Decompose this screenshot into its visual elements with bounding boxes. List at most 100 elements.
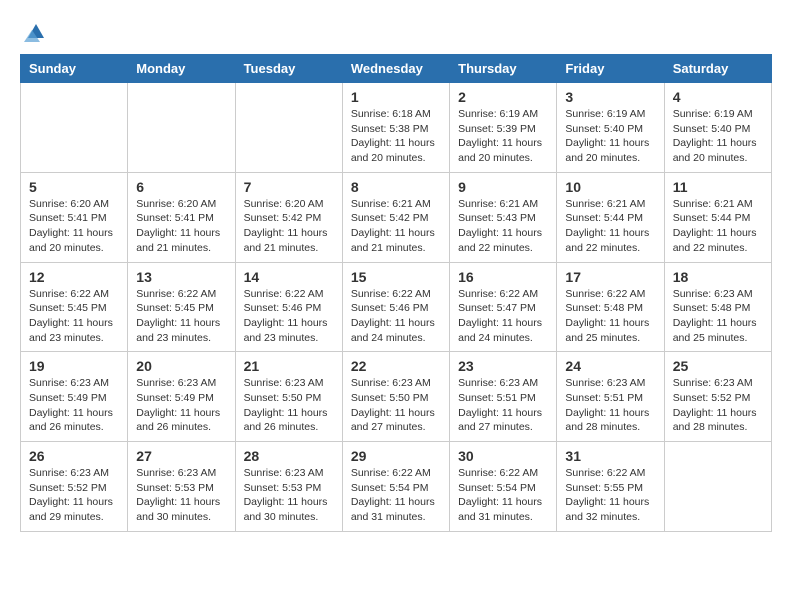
- calendar-cell: 2 Sunrise: 6:19 AM Sunset: 5:39 PM Daylig…: [450, 83, 557, 173]
- calendar-cell: 26 Sunrise: 6:23 AM Sunset: 5:52 PM Dayli…: [21, 442, 128, 532]
- day-number: 14: [244, 269, 334, 285]
- header-friday: Friday: [557, 55, 664, 83]
- day-number: 22: [351, 358, 441, 374]
- day-number: 19: [29, 358, 119, 374]
- day-number: 30: [458, 448, 548, 464]
- calendar-cell: 1 Sunrise: 6:18 AM Sunset: 5:38 PM Daylig…: [342, 83, 449, 173]
- calendar-cell: 31 Sunrise: 6:22 AM Sunset: 5:55 PM Dayli…: [557, 442, 664, 532]
- calendar-cell: 12 Sunrise: 6:22 AM Sunset: 5:45 PM Dayli…: [21, 262, 128, 352]
- calendar-cell: 6 Sunrise: 6:20 AM Sunset: 5:41 PM Daylig…: [128, 172, 235, 262]
- calendar-cell: 4Sunrise: 6:19 AM Sunset: 5:40 PM Daylig…: [664, 83, 771, 173]
- day-info: Sunrise: 6:22 AM Sunset: 5:55 PM Dayligh…: [565, 466, 655, 525]
- day-info: Sunrise: 6:23 AM Sunset: 5:52 PM Dayligh…: [29, 466, 119, 525]
- day-number: 31: [565, 448, 655, 464]
- day-number: 26: [29, 448, 119, 464]
- calendar-cell: [235, 83, 342, 173]
- day-info: Sunrise: 6:23 AM Sunset: 5:53 PM Dayligh…: [136, 466, 226, 525]
- header-thursday: Thursday: [450, 55, 557, 83]
- calendar-cell: 14 Sunrise: 6:22 AM Sunset: 5:46 PM Dayli…: [235, 262, 342, 352]
- calendar-cell: 8 Sunrise: 6:21 AM Sunset: 5:42 PM Daylig…: [342, 172, 449, 262]
- calendar-cell: 5 Sunrise: 6:20 AM Sunset: 5:41 PM Daylig…: [21, 172, 128, 262]
- calendar-week-row: 5 Sunrise: 6:20 AM Sunset: 5:41 PM Daylig…: [21, 172, 772, 262]
- day-info: Sunrise: 6:20 AM Sunset: 5:42 PM Dayligh…: [244, 197, 334, 256]
- day-info: Sunrise: 6:23 AM Sunset: 5:49 PM Dayligh…: [29, 376, 119, 435]
- day-info: Sunrise: 6:21 AM Sunset: 5:44 PM Dayligh…: [673, 197, 763, 256]
- day-info: Sunrise: 6:23 AM Sunset: 5:51 PM Dayligh…: [458, 376, 548, 435]
- day-info: Sunrise: 6:22 AM Sunset: 5:46 PM Dayligh…: [351, 287, 441, 346]
- day-info: Sunrise: 6:19 AM Sunset: 5:39 PM Dayligh…: [458, 107, 548, 166]
- day-number: 2: [458, 89, 548, 105]
- day-number: 20: [136, 358, 226, 374]
- day-info: Sunrise: 6:20 AM Sunset: 5:41 PM Dayligh…: [29, 197, 119, 256]
- day-info: Sunrise: 6:23 AM Sunset: 5:49 PM Dayligh…: [136, 376, 226, 435]
- day-number: 7: [244, 179, 334, 195]
- day-info: Sunrise: 6:22 AM Sunset: 5:48 PM Dayligh…: [565, 287, 655, 346]
- calendar-week-row: 26 Sunrise: 6:23 AM Sunset: 5:52 PM Dayli…: [21, 442, 772, 532]
- day-number: 15: [351, 269, 441, 285]
- day-info: Sunrise: 6:22 AM Sunset: 5:54 PM Dayligh…: [351, 466, 441, 525]
- calendar-header-row: SundayMondayTuesdayWednesdayThursdayFrid…: [21, 55, 772, 83]
- day-info: Sunrise: 6:21 AM Sunset: 5:42 PM Dayligh…: [351, 197, 441, 256]
- day-info: Sunrise: 6:19 AM Sunset: 5:40 PM Dayligh…: [565, 107, 655, 166]
- day-info: Sunrise: 6:18 AM Sunset: 5:38 PM Dayligh…: [351, 107, 441, 166]
- calendar-cell: 3 Sunrise: 6:19 AM Sunset: 5:40 PM Daylig…: [557, 83, 664, 173]
- day-number: 11: [673, 179, 763, 195]
- day-number: 6: [136, 179, 226, 195]
- day-number: 9: [458, 179, 548, 195]
- day-number: 28: [244, 448, 334, 464]
- day-number: 29: [351, 448, 441, 464]
- day-number: 12: [29, 269, 119, 285]
- calendar-cell: [664, 442, 771, 532]
- calendar-cell: 11 Sunrise: 6:21 AM Sunset: 5:44 PM Dayli…: [664, 172, 771, 262]
- header-wednesday: Wednesday: [342, 55, 449, 83]
- header-saturday: Saturday: [664, 55, 771, 83]
- calendar-week-row: 1 Sunrise: 6:18 AM Sunset: 5:38 PM Daylig…: [21, 83, 772, 173]
- calendar-cell: [21, 83, 128, 173]
- calendar-week-row: 12 Sunrise: 6:22 AM Sunset: 5:45 PM Dayli…: [21, 262, 772, 352]
- day-number: 18: [673, 269, 763, 285]
- calendar-cell: 24 Sunrise: 6:23 AM Sunset: 5:51 PM Dayli…: [557, 352, 664, 442]
- day-info: Sunrise: 6:22 AM Sunset: 5:47 PM Dayligh…: [458, 287, 548, 346]
- day-number: 13: [136, 269, 226, 285]
- day-info: Sunrise: 6:23 AM Sunset: 5:50 PM Dayligh…: [244, 376, 334, 435]
- day-info: Sunrise: 6:19 AM Sunset: 5:40 PM Dayligh…: [673, 107, 763, 166]
- calendar-cell: 17Sunrise: 6:22 AM Sunset: 5:48 PM Dayli…: [557, 262, 664, 352]
- day-info: Sunrise: 6:23 AM Sunset: 5:50 PM Dayligh…: [351, 376, 441, 435]
- page-header: [20, 20, 772, 44]
- day-info: Sunrise: 6:22 AM Sunset: 5:54 PM Dayligh…: [458, 466, 548, 525]
- day-number: 23: [458, 358, 548, 374]
- day-info: Sunrise: 6:23 AM Sunset: 5:51 PM Dayligh…: [565, 376, 655, 435]
- day-info: Sunrise: 6:23 AM Sunset: 5:53 PM Dayligh…: [244, 466, 334, 525]
- day-number: 27: [136, 448, 226, 464]
- header-tuesday: Tuesday: [235, 55, 342, 83]
- calendar-cell: 9 Sunrise: 6:21 AM Sunset: 5:43 PM Daylig…: [450, 172, 557, 262]
- day-info: Sunrise: 6:23 AM Sunset: 5:48 PM Dayligh…: [673, 287, 763, 346]
- day-info: Sunrise: 6:22 AM Sunset: 5:45 PM Dayligh…: [29, 287, 119, 346]
- day-number: 5: [29, 179, 119, 195]
- day-info: Sunrise: 6:22 AM Sunset: 5:46 PM Dayligh…: [244, 287, 334, 346]
- calendar-cell: 15 Sunrise: 6:22 AM Sunset: 5:46 PM Dayli…: [342, 262, 449, 352]
- day-number: 25: [673, 358, 763, 374]
- day-number: 1: [351, 89, 441, 105]
- day-number: 16: [458, 269, 548, 285]
- day-info: Sunrise: 6:20 AM Sunset: 5:41 PM Dayligh…: [136, 197, 226, 256]
- day-number: 24: [565, 358, 655, 374]
- header-monday: Monday: [128, 55, 235, 83]
- logo: [20, 20, 48, 44]
- calendar-cell: 19 Sunrise: 6:23 AM Sunset: 5:49 PM Dayli…: [21, 352, 128, 442]
- calendar-cell: [128, 83, 235, 173]
- calendar-cell: 23 Sunrise: 6:23 AM Sunset: 5:51 PM Dayli…: [450, 352, 557, 442]
- day-number: 8: [351, 179, 441, 195]
- logo-icon: [24, 20, 48, 44]
- day-info: Sunrise: 6:23 AM Sunset: 5:52 PM Dayligh…: [673, 376, 763, 435]
- calendar-cell: 18 Sunrise: 6:23 AM Sunset: 5:48 PM Dayli…: [664, 262, 771, 352]
- calendar-cell: 20 Sunrise: 6:23 AM Sunset: 5:49 PM Dayli…: [128, 352, 235, 442]
- calendar-table: SundayMondayTuesdayWednesdayThursdayFrid…: [20, 54, 772, 532]
- day-number: 10: [565, 179, 655, 195]
- calendar-cell: 25 Sunrise: 6:23 AM Sunset: 5:52 PM Dayli…: [664, 352, 771, 442]
- calendar-cell: 7 Sunrise: 6:20 AM Sunset: 5:42 PM Daylig…: [235, 172, 342, 262]
- day-info: Sunrise: 6:22 AM Sunset: 5:45 PM Dayligh…: [136, 287, 226, 346]
- calendar-week-row: 19 Sunrise: 6:23 AM Sunset: 5:49 PM Dayli…: [21, 352, 772, 442]
- day-info: Sunrise: 6:21 AM Sunset: 5:43 PM Dayligh…: [458, 197, 548, 256]
- day-number: 3: [565, 89, 655, 105]
